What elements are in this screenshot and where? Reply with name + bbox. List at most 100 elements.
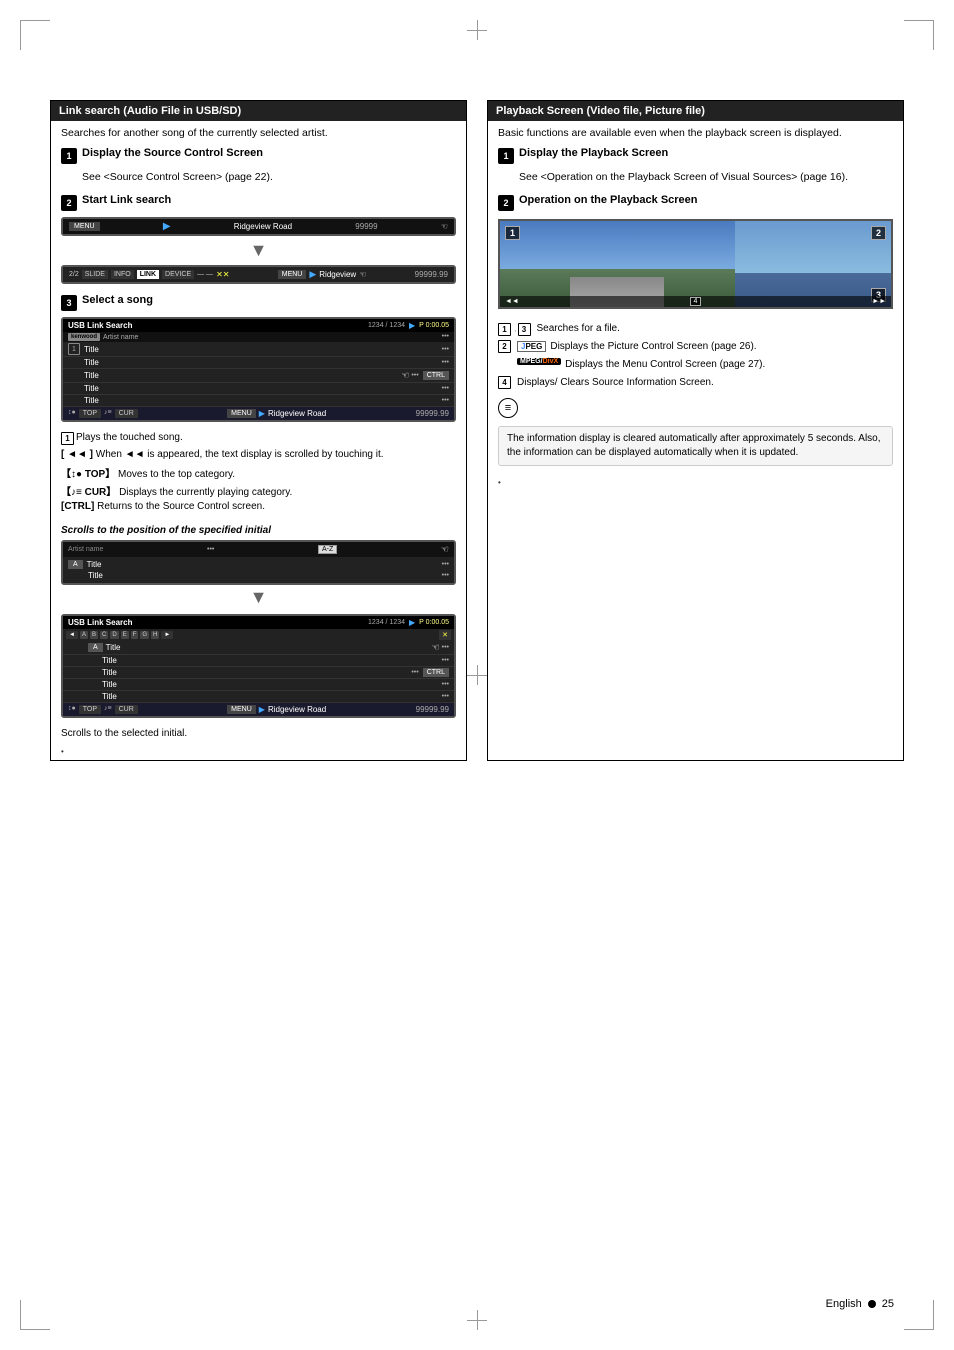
alpha-f[interactable]: F bbox=[131, 631, 139, 639]
usb2-row-1: Title ••• bbox=[63, 655, 454, 667]
usb2-title-4: Title bbox=[102, 692, 442, 701]
usb-artist-label: Artist name bbox=[103, 334, 138, 341]
usb2-bottom-right: MENU ▶ Ridgeview Road bbox=[227, 705, 326, 714]
usb2-menu: MENU bbox=[227, 705, 256, 714]
screen2-tab-device: DEVICE bbox=[162, 270, 194, 279]
step2: 2 Start Link search bbox=[61, 194, 456, 211]
usb-track: Ridgeview Road bbox=[268, 409, 326, 418]
screen1-hand: ☜ bbox=[441, 222, 448, 231]
r-num-1: 1 bbox=[498, 323, 511, 336]
alpha-c[interactable]: C bbox=[100, 631, 108, 639]
list-row-0: 1 Title ••• bbox=[63, 342, 454, 357]
usb2-title-2: Title bbox=[102, 668, 411, 677]
alpha-e[interactable]: E bbox=[121, 631, 129, 639]
usb2-hand: ☜ bbox=[432, 642, 440, 653]
screen1-arrow: ▶ bbox=[163, 221, 171, 232]
video-bar-right: ►► bbox=[872, 298, 886, 305]
usb-arrow: ▶ bbox=[259, 409, 265, 418]
usb-header-right: 1234 / 1234 ▶ P 0:00.05 bbox=[368, 321, 449, 330]
page-num: 25 bbox=[882, 1298, 894, 1310]
list-dots-0: ••• bbox=[442, 346, 449, 353]
bullet-text-2b: When ◄◄ is appeared, the text display is… bbox=[96, 449, 384, 460]
alpha-next[interactable]: ► bbox=[161, 631, 173, 639]
r-step2: 2 Operation on the Playback Screen bbox=[498, 194, 893, 211]
usb-top-icon: ↕● bbox=[68, 409, 76, 418]
scroll-title-a: Title bbox=[87, 560, 442, 569]
usb-artist-row: kenwood Artist name ••• bbox=[63, 332, 454, 342]
mpeg-badge: MPEG/DivX bbox=[517, 358, 561, 365]
note-box: The information display is cleared autom… bbox=[498, 426, 893, 466]
usb2-ctrl: CTRL bbox=[423, 668, 449, 677]
left-bullet-dot: • bbox=[51, 747, 466, 760]
alpha-row: ◄ A B C D E F G H ► ✕ bbox=[63, 629, 454, 641]
usb-top-btn[interactable]: TOP bbox=[79, 409, 101, 418]
scroll-a-btn: A bbox=[68, 560, 83, 569]
usb2-bottom: ↕● TOP ♪≡ CUR MENU ▶ Ridgeview Road 9999… bbox=[63, 703, 454, 716]
footer-dot bbox=[868, 1300, 876, 1308]
usb2-top-btn[interactable]: TOP bbox=[79, 705, 101, 714]
screen1-menu: MENU bbox=[69, 222, 100, 231]
right-column: Playback Screen (Video file, Picture fil… bbox=[487, 100, 904, 761]
step1-title: Display the Source Control Screen bbox=[82, 147, 263, 159]
divx-text: DivX bbox=[543, 358, 559, 365]
device-screen-1: MENU ▶ Ridgeview Road 99999 ☜ bbox=[61, 217, 456, 236]
scroll-row-b: Title ••• bbox=[68, 570, 449, 581]
usb-kenwood-badge: kenwood bbox=[68, 333, 100, 341]
video-bar-center: 4 bbox=[690, 297, 702, 306]
usb-list: 1 Title ••• Title ••• Title ☜ ••• bbox=[63, 342, 454, 407]
usb2-cur-btn[interactable]: CUR bbox=[115, 705, 138, 714]
list-dots-3: ••• bbox=[442, 385, 449, 392]
list-row-4: Title ••• bbox=[63, 395, 454, 407]
r-bullet-13-text: Searches for a file. bbox=[537, 323, 620, 334]
step1-num: 1 bbox=[61, 148, 77, 164]
alpha-b[interactable]: B bbox=[90, 631, 98, 639]
screen2-tab-info: INFO bbox=[111, 270, 134, 279]
bullet-num-1: 1 bbox=[61, 432, 74, 445]
jpeg-badge: JPEG bbox=[517, 341, 546, 352]
scroll-dots-b: ••• bbox=[442, 572, 449, 579]
usb2-title: USB Link Search bbox=[68, 618, 132, 627]
list-title-4: Title bbox=[84, 396, 442, 405]
screen2-num: 99999.99 bbox=[415, 270, 448, 279]
scrolls-bottom: Scrolls to the selected initial. bbox=[51, 724, 466, 747]
scroll-s1-top: Artist name ••• A-Z ☜ bbox=[63, 542, 454, 557]
list-dots-2: ••• bbox=[411, 372, 418, 379]
list-title-2: Title bbox=[84, 371, 401, 380]
step3: 3 Select a song bbox=[61, 294, 456, 311]
usb-play-icon: ▶ bbox=[409, 321, 415, 330]
usb2-list: A Title ☜ ••• Title ••• Title ••• bbox=[63, 641, 454, 703]
note-icon-row: ≡ bbox=[488, 398, 903, 418]
alpha-close[interactable]: ✕ bbox=[439, 630, 451, 640]
list-dots-4: ••• bbox=[442, 397, 449, 404]
r-step1: 1 Display the Playback Screen bbox=[498, 147, 893, 164]
scroll-s1-label: Artist name bbox=[68, 546, 103, 553]
usb2-arrow: ▶ bbox=[259, 705, 265, 714]
usb-counter: 1234 / 1234 bbox=[368, 322, 405, 329]
lang-label: English bbox=[826, 1298, 862, 1310]
usb2-dots-1: ••• bbox=[442, 657, 449, 664]
list-row-2: Title ☜ ••• CTRL bbox=[63, 369, 454, 383]
usb2-row-3: Title ••• bbox=[63, 679, 454, 691]
screen2-tab-slide: SLIDE bbox=[82, 270, 108, 279]
screen2-tabs: 2/2 SLIDE INFO LINK DEVICE — — ✕✕ bbox=[69, 270, 229, 279]
bullet-text-5b: Returns to the Source Control screen. bbox=[97, 501, 265, 512]
alpha-prev[interactable]: ◄ bbox=[66, 631, 78, 639]
screen2-hand: ☜ bbox=[359, 270, 366, 279]
usb2-nav: ↕● TOP ♪≡ CUR bbox=[68, 705, 138, 714]
device-screen-2: 2/2 SLIDE INFO LINK DEVICE — — ✕✕ MENU ▶… bbox=[61, 265, 456, 284]
usb-cur-btn[interactable]: CUR bbox=[115, 409, 138, 418]
usb2-header: USB Link Search 1234 / 1234 ▶ P 0:00.05 bbox=[63, 616, 454, 629]
alpha-d[interactable]: D bbox=[110, 631, 118, 639]
left-intro: Searches for another song of the current… bbox=[51, 121, 466, 141]
video-inner: 1 2 3 bbox=[500, 221, 891, 307]
usb2-row-4: Title ••• bbox=[63, 691, 454, 703]
alpha-h[interactable]: H bbox=[151, 631, 159, 639]
usb2-header-right: 1234 / 1234 ▶ P 0:00.05 bbox=[368, 618, 449, 627]
r-bullet-section: 1 , 3 Searches for a file. 2 JPEG Displa… bbox=[488, 317, 903, 398]
scroll-dots-a: ••• bbox=[442, 561, 449, 568]
alpha-a[interactable]: A bbox=[80, 631, 88, 639]
note-text: The information display is cleared autom… bbox=[507, 432, 884, 460]
screen2-xx: ✕✕ bbox=[216, 270, 229, 279]
alpha-g[interactable]: G bbox=[140, 631, 149, 639]
scroll-s1-dots: ••• bbox=[207, 546, 214, 553]
